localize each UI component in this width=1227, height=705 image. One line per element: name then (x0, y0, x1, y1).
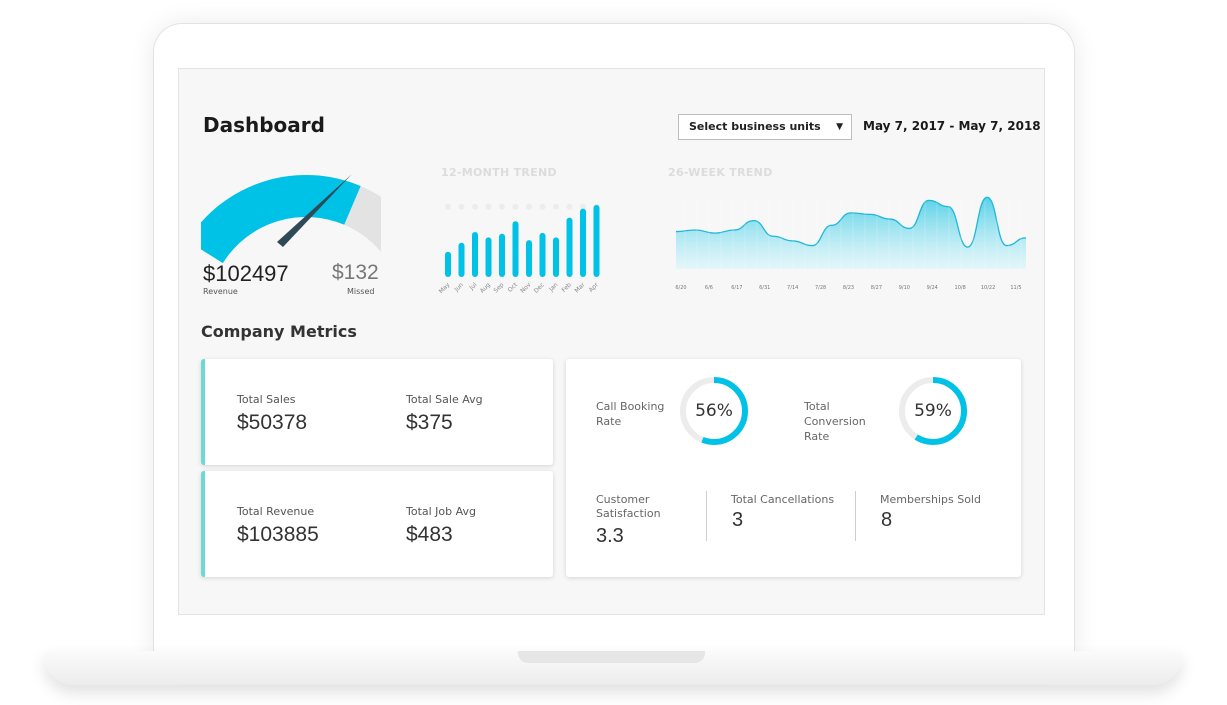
bar-dot (539, 203, 546, 210)
bar (593, 205, 600, 277)
bar-dot (445, 203, 451, 210)
laptop-notch (518, 651, 705, 663)
bar (458, 242, 465, 277)
total-sale-avg-label: Total Sale Avg (406, 393, 483, 406)
bar (566, 217, 573, 277)
tick-label: Aug (479, 281, 492, 294)
tick-label: May (438, 281, 452, 295)
tick-label: Jun (453, 281, 465, 293)
tick-label: 6/20 (675, 285, 686, 291)
total-revenue-value: $103885 (237, 523, 319, 546)
bar (553, 237, 559, 277)
bar-dot (553, 203, 559, 210)
bar (512, 221, 519, 277)
bar (472, 232, 478, 277)
bar-dot (458, 203, 465, 210)
tick-label: 9/24 (927, 285, 938, 291)
tick-label: 6/17 (731, 285, 742, 291)
tick-label: 8/23 (843, 285, 854, 291)
tick-label: Nov (519, 281, 533, 295)
chevron-down-icon: ▼ (836, 122, 843, 132)
tick-label: Feb (560, 281, 573, 294)
call-booking-rate-value: 56% (695, 401, 733, 421)
tick-label: Apr (588, 281, 601, 294)
twenty-six-week-area-chart: 6/20 6/6 6/17 6/31 7/14 7/28 8/23 8/27 9/10 9/24 1… (675, 196, 1027, 291)
tick-label: 7/28 (815, 285, 826, 291)
business-units-select-label: Select business units (689, 120, 821, 133)
divider (855, 491, 856, 541)
tick-label: Dec (533, 281, 546, 294)
bar-dot (512, 203, 519, 210)
customer-satisfaction-label: Customer Satisfaction (596, 493, 661, 520)
missed-value: $132 (332, 261, 379, 284)
bar-dot (566, 203, 573, 210)
tick-label: Mar (573, 281, 586, 294)
tick-label: 9/10 (899, 285, 910, 291)
total-cancellations-value: 3 (732, 509, 744, 531)
tick-label: 6/6 (705, 285, 713, 291)
bar (499, 233, 505, 277)
total-sale-avg-value: $375 (406, 411, 453, 434)
tick-label: 10/22 (981, 285, 995, 291)
total-revenue-label: Total Revenue (237, 505, 315, 518)
conversion-rate-value: 59% (914, 401, 952, 421)
total-sales-label: Total Sales (237, 393, 296, 406)
missed-label: Missed (347, 287, 375, 296)
date-range-label: May 7, 2017 - May 7, 2018 (863, 119, 1041, 133)
revenue-value: $102497 (203, 261, 289, 286)
page-title: Dashboard (203, 113, 325, 137)
date-range-picker[interactable]: May 7, 2017 - May 7, 2018▼ (863, 119, 1044, 133)
call-booking-rate-label: Call Booking Rate (596, 400, 665, 428)
revenue-gauge (201, 174, 381, 264)
revenue-card: Total Revenue $103885 Total Job Avg $483 (201, 471, 553, 577)
memberships-sold-label: Memberships Sold (880, 493, 981, 506)
total-job-avg-label: Total Job Avg (406, 505, 477, 518)
twelve-month-bar-chart: May Jun Jul Aug Sep Oct Nov Dec Jan Feb Mar Apr (438, 203, 601, 295)
revenue-label: Revenue (203, 287, 238, 296)
sales-card: Total Sales $50378 Total Sale Avg $375 (201, 359, 553, 465)
bar (580, 208, 586, 277)
divider (706, 491, 707, 541)
bar-dot (499, 203, 505, 210)
memberships-sold-value: 8 (881, 509, 893, 531)
total-sales-value: $50378 (237, 411, 308, 434)
bar (485, 237, 492, 277)
tick-label: 10/8 (955, 285, 966, 291)
bar-dot (472, 203, 478, 210)
dashboard-screen: Dashboard Select business units ▼ May 7,… (178, 68, 1045, 615)
tick-label: 6/31 (759, 285, 770, 291)
bar-dot (485, 203, 492, 210)
twenty-six-week-trend-title: 26-WEEK TREND (668, 166, 773, 179)
tick-label: 8/27 (871, 285, 882, 291)
tick-label: 11/5 (1010, 285, 1021, 291)
company-metrics-title: Company Metrics (201, 322, 357, 341)
bar (539, 232, 546, 277)
bar (526, 240, 532, 277)
area-fill (676, 197, 1026, 269)
tick-label: 7/14 (787, 285, 798, 291)
tick-label: Sep (492, 281, 505, 294)
rates-card: Call Booking Rate 56% Total Conversion R… (566, 359, 1021, 577)
twelve-month-trend-title: 12-MONTH TREND (441, 166, 557, 179)
bar-dot (526, 203, 532, 210)
business-units-select[interactable]: Select business units ▼ (678, 114, 852, 140)
bar (445, 251, 451, 277)
customer-satisfaction-value: 3.3 (596, 525, 624, 547)
conversion-rate-label: Total Conversion Rate (804, 400, 866, 443)
total-cancellations-label: Total Cancellations (731, 493, 835, 506)
tick-label: Jul (468, 281, 479, 292)
tick-label: Jan (547, 281, 559, 293)
tick-label: Oct (507, 281, 520, 294)
total-job-avg-value: $483 (406, 523, 453, 546)
